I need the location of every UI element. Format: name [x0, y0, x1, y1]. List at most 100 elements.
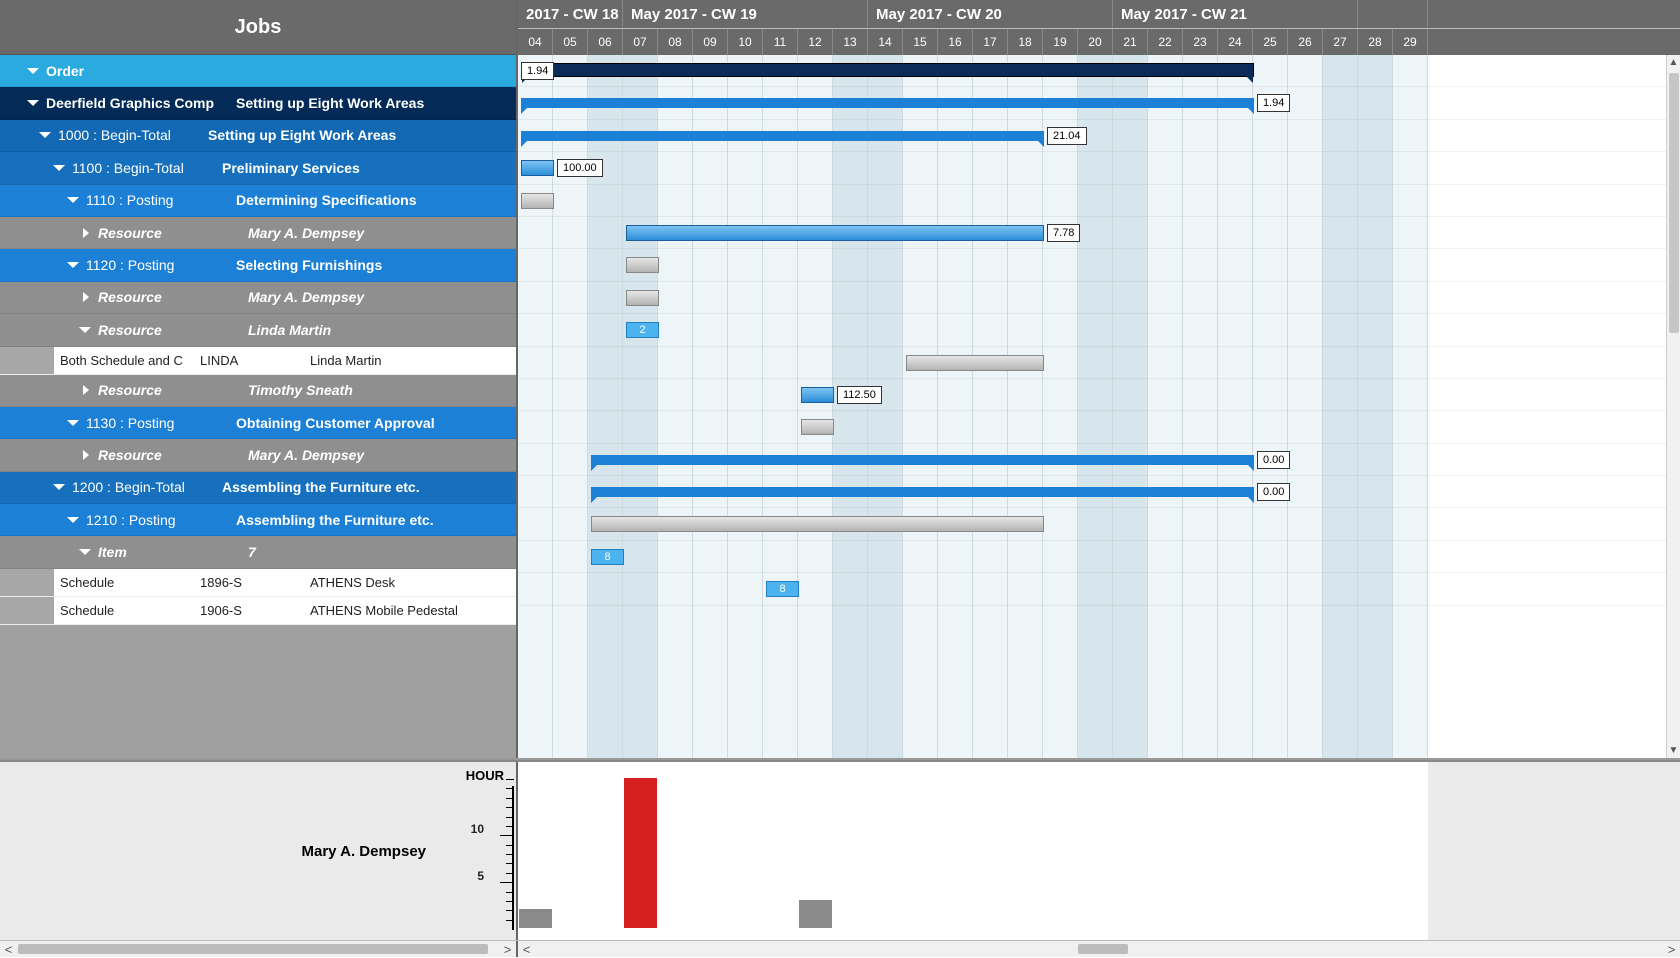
gantt-bar[interactable]: [521, 63, 1254, 77]
collapse-icon[interactable]: [80, 324, 92, 336]
tree-row[interactable]: ResourceLinda Martin: [0, 314, 516, 346]
gantt-row[interactable]: [518, 411, 1680, 443]
vertical-scrollbar[interactable]: ▲ ▼: [1666, 55, 1680, 758]
day-header[interactable]: 25: [1253, 29, 1288, 55]
tree-row[interactable]: 1110 : PostingDetermining Specifications: [0, 185, 516, 217]
day-header[interactable]: 07: [623, 29, 658, 55]
tree-row[interactable]: 1210 : PostingAssembling the Furniture e…: [0, 504, 516, 536]
gantt-row[interactable]: 1.94: [518, 87, 1680, 119]
tree-row[interactable]: 1100 : Begin-TotalPreliminary Services: [0, 152, 516, 184]
day-header[interactable]: 28: [1358, 29, 1393, 55]
day-header[interactable]: 04: [518, 29, 553, 55]
gantt-bar[interactable]: [521, 160, 554, 176]
tree-row[interactable]: ResourceMary A. Dempsey: [0, 439, 516, 471]
day-header[interactable]: 18: [1008, 29, 1043, 55]
scroll-left-icon[interactable]: <: [518, 941, 535, 958]
tree-row[interactable]: ResourceMary A. Dempsey: [0, 282, 516, 314]
gantt-row[interactable]: 8: [518, 541, 1680, 573]
detail-row[interactable]: Schedule1906-SATHENS Mobile Pedestal: [0, 597, 516, 625]
expand-icon[interactable]: [28, 65, 40, 77]
detail-row[interactable]: Schedule1896-SATHENS Desk: [0, 569, 516, 597]
day-header[interactable]: 20: [1078, 29, 1113, 55]
gantt-row[interactable]: [518, 508, 1680, 540]
histogram-bar[interactable]: [624, 778, 657, 928]
day-header[interactable]: 05: [553, 29, 588, 55]
gantt-row[interactable]: 100.00: [518, 152, 1680, 184]
day-header[interactable]: 23: [1183, 29, 1218, 55]
histogram-area[interactable]: [518, 762, 1680, 940]
day-header[interactable]: 13: [833, 29, 868, 55]
collapse-icon[interactable]: [28, 97, 40, 109]
day-header[interactable]: 29: [1393, 29, 1428, 55]
gantt-bar[interactable]: [626, 225, 1044, 241]
gantt-row[interactable]: 7.78: [518, 217, 1680, 249]
gantt-bar[interactable]: [801, 387, 834, 403]
order-header-row[interactable]: Order: [0, 55, 516, 87]
tree-row[interactable]: Deerfield Graphics CompSetting up Eight …: [0, 87, 516, 119]
tree-row[interactable]: Item7: [0, 536, 516, 568]
gantt-row[interactable]: 2: [518, 314, 1680, 346]
gantt-bar[interactable]: [591, 455, 1254, 465]
collapse-icon[interactable]: [40, 129, 52, 141]
day-header[interactable]: 16: [938, 29, 973, 55]
collapse-icon[interactable]: [54, 481, 66, 493]
day-header[interactable]: 24: [1218, 29, 1253, 55]
gantt-row[interactable]: 21.04: [518, 120, 1680, 152]
collapse-icon[interactable]: [68, 417, 80, 429]
day-header[interactable]: 11: [763, 29, 798, 55]
gantt-row[interactable]: 0.00: [518, 444, 1680, 476]
collapse-icon[interactable]: [68, 194, 80, 206]
gantt-row[interactable]: 112.50: [518, 379, 1680, 411]
gantt-row[interactable]: 0.00: [518, 476, 1680, 508]
collapse-icon[interactable]: [54, 162, 66, 174]
collapse-icon[interactable]: [68, 259, 80, 271]
day-header[interactable]: 10: [728, 29, 763, 55]
tree-row[interactable]: 1200 : Begin-TotalAssembling the Furnitu…: [0, 472, 516, 504]
gantt-row[interactable]: [518, 249, 1680, 281]
day-header[interactable]: 26: [1288, 29, 1323, 55]
scroll-right-icon[interactable]: >: [1663, 941, 1680, 958]
scroll-thumb-left[interactable]: [18, 944, 488, 954]
histogram-bar[interactable]: [519, 909, 552, 928]
expand-icon[interactable]: [80, 384, 92, 396]
gantt-row[interactable]: [518, 282, 1680, 314]
gantt-bar[interactable]: [521, 193, 554, 209]
gantt-bar[interactable]: 8: [766, 581, 799, 597]
scroll-thumb[interactable]: [1669, 73, 1679, 333]
day-header[interactable]: 19: [1043, 29, 1078, 55]
gantt-bar[interactable]: [801, 419, 834, 435]
tree-row[interactable]: ResourceMary A. Dempsey: [0, 217, 516, 249]
day-header[interactable]: 12: [798, 29, 833, 55]
expand-icon[interactable]: [80, 227, 92, 239]
gantt-row[interactable]: [518, 347, 1680, 379]
gantt-bar[interactable]: [521, 131, 1044, 141]
day-header[interactable]: 08: [658, 29, 693, 55]
gantt-bar[interactable]: [591, 516, 1044, 532]
gantt-grid[interactable]: 1.941.9421.04100.007.782112.500.000.0088: [518, 55, 1680, 758]
day-header[interactable]: 06: [588, 29, 623, 55]
tree-row[interactable]: ResourceTimothy Sneath: [0, 375, 516, 407]
scroll-left-icon[interactable]: <: [0, 941, 17, 958]
expand-icon[interactable]: [80, 449, 92, 461]
day-header[interactable]: 09: [693, 29, 728, 55]
day-header[interactable]: 14: [868, 29, 903, 55]
day-header[interactable]: 22: [1148, 29, 1183, 55]
tree-row[interactable]: 1120 : PostingSelecting Furnishings: [0, 249, 516, 281]
tree-row[interactable]: 1000 : Begin-TotalSetting up Eight Work …: [0, 120, 516, 152]
histogram-bar[interactable]: [799, 900, 832, 928]
gantt-bar[interactable]: [906, 355, 1044, 371]
scroll-thumb-right[interactable]: [1078, 944, 1128, 954]
day-header[interactable]: 27: [1323, 29, 1358, 55]
day-header[interactable]: 17: [973, 29, 1008, 55]
gantt-row[interactable]: 8: [518, 573, 1680, 605]
gantt-row[interactable]: [518, 185, 1680, 217]
scroll-down-icon[interactable]: ▼: [1667, 743, 1680, 758]
gantt-row[interactable]: 1.94: [518, 55, 1680, 87]
horizontal-scrollbar[interactable]: < > < >: [0, 940, 1680, 957]
expand-icon[interactable]: [80, 291, 92, 303]
gantt-bar[interactable]: [521, 98, 1254, 108]
gantt-bar[interactable]: 2: [626, 322, 659, 338]
detail-row[interactable]: Both Schedule and CLINDALinda Martin: [0, 347, 516, 375]
scroll-up-icon[interactable]: ▲: [1667, 55, 1680, 70]
scroll-right-icon[interactable]: >: [499, 941, 516, 958]
